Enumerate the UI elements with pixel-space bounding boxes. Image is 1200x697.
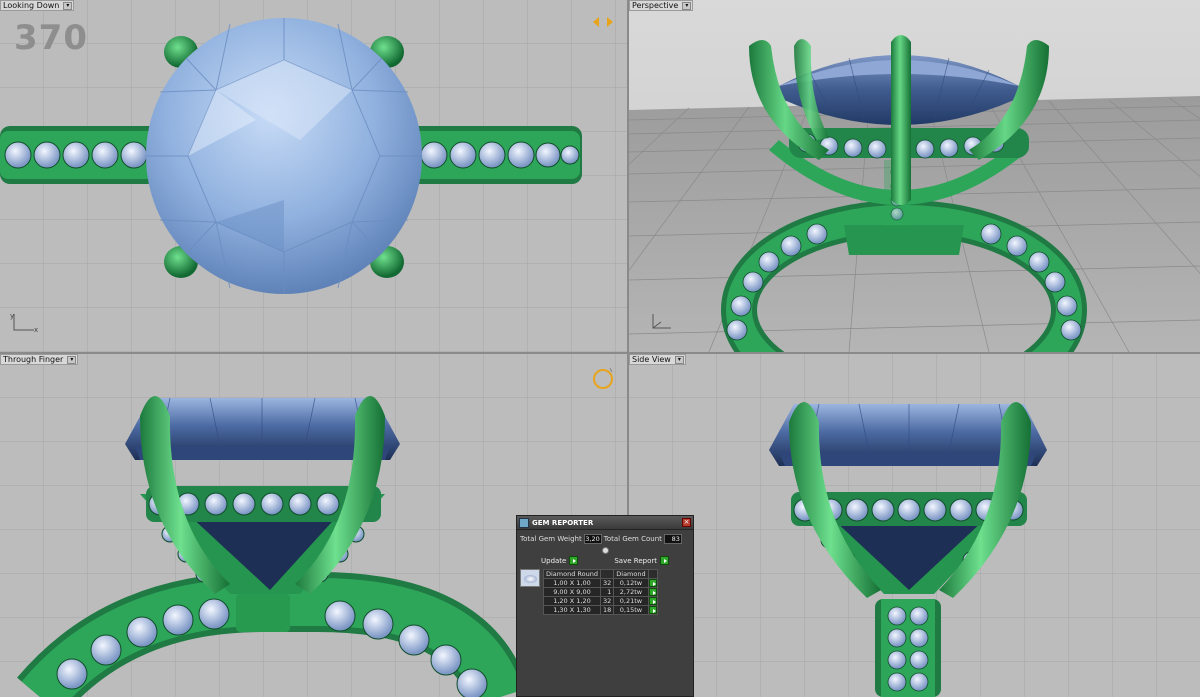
gem-count: 1: [599, 587, 615, 597]
rotate-view-icon[interactable]: [590, 366, 616, 392]
row-select-button[interactable]: [647, 587, 658, 597]
row-select-button[interactable]: [647, 605, 658, 615]
gem-reporter-title: GEM REPORTER: [532, 518, 594, 527]
viewport-looking-down[interactable]: Looking Down ▾ 370 yx: [0, 0, 627, 352]
gem-reporter-logo-icon: [519, 517, 529, 528]
viewport-title[interactable]: Perspective ▾: [629, 0, 694, 11]
close-icon[interactable]: ×: [682, 518, 691, 527]
column-header-count: [599, 569, 615, 579]
gem-size: 1,30 X 1,30: [543, 605, 601, 615]
gem-weight: 0,21tw: [613, 596, 649, 606]
gem-actions: Update Save Report: [517, 556, 693, 569]
table-row[interactable]: 1,00 X 1,00 32 0,12tw: [543, 578, 658, 588]
viewport-title[interactable]: Looking Down ▾: [0, 0, 75, 11]
svg-text:y: y: [10, 312, 14, 320]
go-arrow-icon[interactable]: [648, 579, 657, 587]
viewport-menu-dropdown[interactable]: ▾: [63, 2, 73, 10]
save-report-button[interactable]: Save Report: [614, 556, 669, 565]
axis-indicator-icon: [647, 310, 675, 336]
table-row[interactable]: 1,20 X 1,20 32 0,21tw: [543, 596, 658, 606]
gem-count: 18: [599, 605, 615, 615]
gem-size: 1,20 X 1,20: [543, 596, 601, 606]
column-header-action: [647, 569, 658, 579]
expand-toggle-icon[interactable]: [601, 547, 609, 554]
viewport-menu-dropdown[interactable]: ▾: [67, 356, 77, 364]
gem-weight: 0,12tw: [613, 578, 649, 588]
viewport-title[interactable]: Through Finger ▾: [0, 354, 79, 365]
gem-reporter-titlebar[interactable]: GEM REPORTER ×: [517, 516, 693, 530]
gem-weight: 0,15tw: [613, 605, 649, 615]
table-row[interactable]: 1,30 X 1,30 18 0,15tw: [543, 605, 658, 615]
viewport-menu-dropdown[interactable]: ▾: [682, 2, 692, 10]
viewport-perspective[interactable]: Perspective ▾: [629, 0, 1200, 352]
go-arrow-icon[interactable]: [648, 597, 657, 605]
gem-reporter-panel[interactable]: GEM REPORTER × Total Gem Weight 3,20 Tot…: [516, 515, 694, 697]
update-label: Update: [541, 556, 567, 565]
ring-perspective-view: [629, 0, 1200, 352]
total-gem-count-value: 83: [663, 534, 682, 544]
gem-table-area: Diamond Round Diamond 1,00 X 1,00 32 0,1…: [517, 569, 693, 615]
update-button[interactable]: Update: [541, 556, 579, 565]
gem-count: 32: [599, 596, 615, 606]
row-select-button[interactable]: [647, 596, 658, 606]
go-arrow-icon[interactable]: [648, 588, 657, 596]
gem-totals-row: Total Gem Weight 3,20 Total Gem Count 83: [517, 530, 693, 546]
go-arrow-icon[interactable]: [569, 556, 579, 565]
view-navigation-icon[interactable]: [591, 14, 615, 30]
gem-weight: 2,72tw: [613, 587, 649, 597]
table-row[interactable]: 9,00 X 9,00 1 2,72tw: [543, 587, 658, 597]
column-header-material: Diamond: [613, 569, 649, 579]
column-header-shape: Diamond Round: [543, 569, 601, 579]
total-gem-weight-label: Total Gem Weight: [520, 535, 582, 543]
gem-thumbnail-icon[interactable]: [520, 569, 540, 587]
gem-count: 32: [599, 578, 615, 588]
save-report-label: Save Report: [614, 556, 657, 565]
frame-counter: 370: [14, 18, 88, 58]
ring-top-view: [0, 0, 627, 352]
total-gem-count-label: Total Gem Count: [603, 535, 662, 543]
viewport-title[interactable]: Side View ▾: [629, 354, 686, 365]
gem-size: 9,00 X 9,00: [543, 587, 601, 597]
go-arrow-icon[interactable]: [648, 606, 657, 614]
gem-table: Diamond Round Diamond 1,00 X 1,00 32 0,1…: [543, 569, 658, 615]
row-select-button[interactable]: [647, 578, 658, 588]
go-arrow-icon[interactable]: [659, 556, 669, 565]
total-gem-weight-value: 3,20: [583, 534, 602, 544]
ring-side-view: [629, 354, 1200, 697]
svg-text:x: x: [34, 326, 38, 334]
gem-size: 1,00 X 1,00: [543, 578, 601, 588]
viewport-side-view[interactable]: Side View ▾: [629, 354, 1200, 697]
axis-indicator-icon: yx: [10, 310, 38, 336]
viewport-menu-dropdown[interactable]: ▾: [674, 356, 684, 364]
